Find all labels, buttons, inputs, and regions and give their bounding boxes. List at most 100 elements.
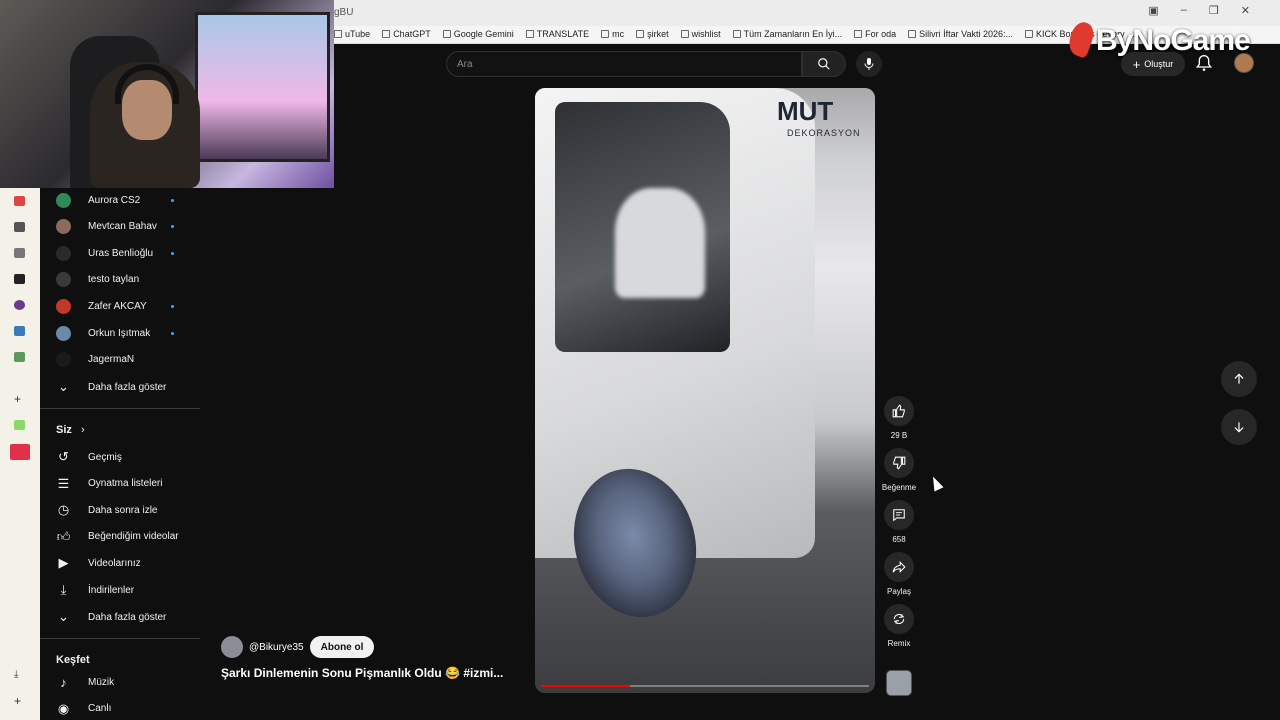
- download-icon[interactable]: ⤓: [14, 670, 25, 680]
- share-label: Paylaş: [886, 587, 911, 596]
- bookmark-item[interactable]: mc: [601, 29, 624, 39]
- notifications-button[interactable]: [1196, 54, 1214, 72]
- next-video-button[interactable]: [1221, 409, 1257, 445]
- bookmark-item[interactable]: Google Gemini: [442, 29, 514, 39]
- bookmark-label: TRANSLATE: [536, 29, 590, 39]
- share-icon: [892, 561, 906, 573]
- video-progress-bar[interactable]: [541, 685, 869, 687]
- bookmarks-list: uTube ChatGPT Google Gemini TRANSLATE mc şirk…: [334, 29, 1135, 39]
- bookmark-item[interactable]: uTube: [334, 29, 370, 39]
- channel-avatar: [56, 192, 71, 208]
- show-more-you[interactable]: ⌄ Daha fazla göster: [56, 605, 200, 629]
- you-section-header[interactable]: Siz ›: [56, 424, 85, 436]
- sidebar-subscription-item[interactable]: Mevtcan Bahav: [56, 215, 200, 239]
- chevron-down-icon: ⌄: [58, 609, 69, 624]
- app-icon[interactable]: [14, 300, 25, 310]
- app-icon[interactable]: [14, 420, 25, 430]
- youtube-app-icon[interactable]: [10, 444, 30, 460]
- sidebar-subscription-item[interactable]: Zafer AKCAY: [56, 294, 200, 318]
- subscription-name: Uras Benlioğlu: [88, 247, 154, 259]
- channel-handle[interactable]: @Bikurye35: [249, 642, 304, 653]
- sidebar-item-liked-videos[interactable]: 👍︎ Beğendiğim videolar: [56, 525, 200, 549]
- shorts-video-player[interactable]: MUT DEKORASYON: [535, 88, 875, 693]
- screen: gBU ▣ – ❐ ✕ uTube ChatGPT Google Gemini TRA…: [0, 0, 1280, 720]
- sidebar-item-watch-later[interactable]: ◷ Daha sonra izle: [56, 498, 200, 522]
- bookmark-icon: [525, 30, 534, 38]
- live-icon: ◉: [57, 700, 70, 716]
- bookmark-label: ChatGPT: [393, 29, 431, 39]
- video-title[interactable]: Şarkı Dinlemenin Sonu Pişmanlık Oldu 😂 #…: [221, 666, 503, 680]
- tab-title[interactable]: gBU: [334, 7, 353, 18]
- add-icon[interactable]: +: [14, 695, 25, 707]
- minimize-icon[interactable]: –: [1181, 4, 1187, 17]
- bookmark-item[interactable]: TRANSLATE: [525, 29, 590, 39]
- search-input[interactable]: Ara: [446, 51, 802, 77]
- dislike-button[interactable]: [884, 448, 914, 478]
- playlists-icon: ☰: [57, 475, 70, 491]
- previous-video-button[interactable]: [1221, 361, 1257, 397]
- you-header-label: Siz: [56, 424, 72, 436]
- bookmark-icon: [334, 30, 342, 38]
- tab-search-icon[interactable]: ▣: [1148, 4, 1158, 17]
- folder-icon[interactable]: [14, 222, 25, 232]
- sidebar-subscription-item[interactable]: testo taylan: [56, 268, 200, 292]
- voice-search-button[interactable]: [856, 51, 882, 77]
- sidebar-item-history[interactable]: ↺ Geçmiş: [56, 445, 200, 469]
- bookmark-item[interactable]: Silivri İftar Vakti 2026:...: [908, 29, 1013, 39]
- sidebar-item-music[interactable]: ♪ Müzik: [56, 670, 200, 694]
- new-content-dot: [171, 251, 174, 255]
- new-content-dot: [171, 304, 174, 308]
- app-icon[interactable]: [14, 326, 25, 336]
- bookmark-item[interactable]: For oda: [854, 29, 896, 39]
- channel-avatar: [56, 272, 71, 288]
- bookmark-item[interactable]: şirket: [636, 29, 669, 39]
- add-icon[interactable]: +: [14, 393, 25, 405]
- bookmark-icon: [636, 30, 645, 38]
- dislike-label: Beğenme: [881, 483, 917, 492]
- show-more-subscriptions[interactable]: ⌄ Daha fazla göster: [56, 375, 200, 399]
- sidebar-subscription-item[interactable]: Aurora CS2: [56, 188, 200, 212]
- sidebar-item-label: Oynatma listeleri: [88, 478, 163, 490]
- channel-avatar[interactable]: [221, 636, 243, 658]
- sidebar-item-playlists[interactable]: ☰ Oynatma listeleri: [56, 472, 200, 496]
- sidebar-item-live[interactable]: ◉ Canlı: [56, 697, 200, 720]
- sidebar-item-downloads[interactable]: ⤓ İndirilenler: [56, 578, 200, 602]
- bookmark-item[interactable]: Tüm Zamanların En İyi...: [732, 29, 842, 39]
- subscribe-button[interactable]: Abone ol: [309, 636, 375, 658]
- channel-row: @Bikurye35 Abone ol: [221, 636, 375, 658]
- close-icon[interactable]: ✕: [1241, 4, 1250, 17]
- remix-button[interactable]: [884, 604, 914, 634]
- show-more-label: Daha fazla göster: [88, 611, 167, 623]
- new-content-dot: [171, 331, 174, 335]
- sidebar-subscription-item[interactable]: Orkun Işıtmak: [56, 321, 200, 345]
- subscription-name: Zafer AKCAY: [88, 300, 147, 312]
- bookmark-item[interactable]: ChatGPT: [382, 29, 431, 39]
- comments-button[interactable]: [884, 500, 914, 530]
- mouse-cursor: [928, 474, 944, 492]
- app-icon[interactable]: [14, 274, 25, 284]
- bookmark-label: wishlist: [691, 29, 721, 39]
- your-videos-icon: ▶: [58, 555, 69, 571]
- profile-avatar[interactable]: [1234, 53, 1254, 73]
- comment-icon: [893, 509, 905, 522]
- sound-thumbnail[interactable]: [886, 670, 912, 696]
- gmail-icon[interactable]: [14, 196, 25, 206]
- create-button[interactable]: + Oluştur: [1121, 52, 1185, 76]
- maximize-icon[interactable]: ❐: [1209, 4, 1219, 17]
- arrow-down-icon: [1234, 422, 1244, 433]
- bell-icon: [1196, 54, 1212, 71]
- like-button[interactable]: [884, 396, 914, 426]
- microphone-icon: [864, 58, 874, 70]
- bookmark-label: şirket: [647, 29, 669, 39]
- sidebar-item-your-videos[interactable]: ▶ Videolarınız: [56, 551, 200, 575]
- bookmark-icon: [442, 30, 451, 38]
- notes-icon[interactable]: [14, 248, 25, 258]
- bookmark-item[interactable]: wishlist: [680, 29, 721, 39]
- sidebar-subscription-item[interactable]: Uras Benlioğlu: [56, 241, 200, 265]
- liked-videos-icon: 👍︎: [56, 528, 71, 544]
- share-button[interactable]: [884, 552, 914, 582]
- van-in-video: [535, 88, 815, 558]
- sidebar-subscription-item[interactable]: JagermaN: [56, 348, 200, 372]
- app-icon[interactable]: [14, 352, 25, 362]
- search-button[interactable]: [802, 51, 846, 77]
